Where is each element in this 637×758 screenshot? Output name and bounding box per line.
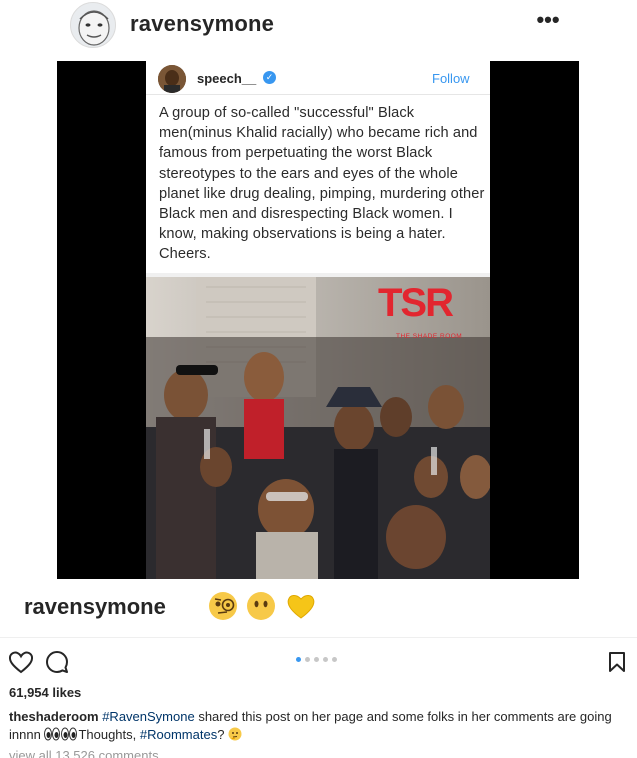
view-all-comments-link[interactable]: view all 13,526 comments — [9, 748, 159, 758]
comment: theshaderoom #RavenSymone shared this po… — [9, 708, 619, 744]
tweet-card: speech__ ✓ Follow A group of so-called "… — [146, 61, 490, 579]
tsr-subtitle: THE SHADE ROOM — [396, 333, 463, 340]
comment-icon[interactable] — [45, 650, 69, 674]
heart-icon[interactable] — [8, 650, 34, 674]
comment-text: Thoughts, — [78, 727, 137, 742]
tsr-watermark: TSR THE SHADE ROOM — [378, 281, 488, 343]
yellow-heart-icon — [287, 595, 315, 619]
tweet-text: A group of so-called "successful" Black … — [159, 105, 485, 263]
tsr-logo: TSR — [378, 281, 454, 325]
tweet-header: speech__ ✓ Follow — [146, 61, 490, 95]
carousel-indicator — [296, 657, 346, 663]
post-header: ravensymone ••• — [0, 0, 637, 50]
likes-count[interactable]: 61,954 likes — [9, 685, 81, 700]
eyes-icon — [44, 727, 78, 741]
verified-badge-icon: ✓ — [263, 71, 276, 84]
carousel-dot — [323, 657, 328, 662]
follow-button: Follow — [432, 71, 470, 86]
action-panel: 61,954 likes theshaderoom #RavenSymone s… — [0, 637, 637, 758]
carousel-dot — [296, 657, 301, 662]
bookmark-icon[interactable] — [608, 651, 626, 673]
tweet-username: speech__ — [197, 71, 257, 86]
face-with-monocle-icon — [209, 592, 237, 620]
post-media[interactable]: speech__ ✓ Follow A group of so-called "… — [57, 61, 579, 579]
group-photo: TSR THE SHADE ROOM — [146, 277, 490, 579]
carousel-dot — [305, 657, 310, 662]
tweet-avatar — [158, 65, 186, 93]
caption-username[interactable]: ravensymone — [24, 594, 166, 620]
carousel-dot — [332, 657, 337, 662]
face-without-mouth-icon — [247, 592, 275, 620]
avatar[interactable] — [70, 2, 116, 48]
thinking-face-icon — [228, 727, 242, 741]
carousel-dot — [314, 657, 319, 662]
comment-username[interactable]: theshaderoom — [9, 709, 99, 724]
divider — [146, 94, 490, 95]
comment-text: ? — [217, 727, 225, 742]
hashtag-link[interactable]: #Roommates — [140, 727, 217, 742]
hashtag-link[interactable]: #RavenSymone — [102, 709, 195, 724]
more-options-button[interactable]: ••• — [534, 9, 562, 32]
post-username[interactable]: ravensymone — [130, 11, 274, 37]
caption-emojis — [208, 591, 328, 625]
